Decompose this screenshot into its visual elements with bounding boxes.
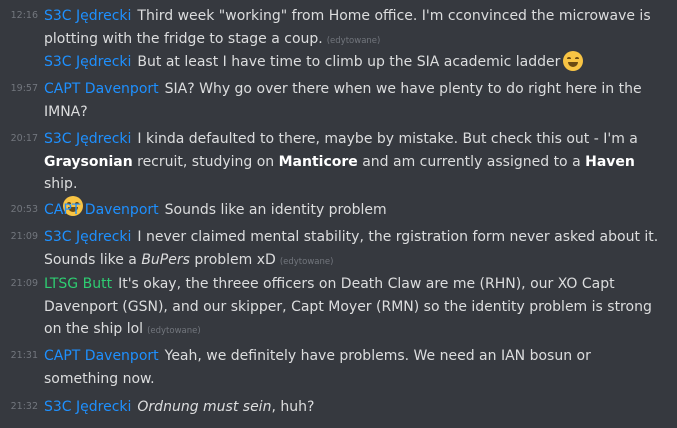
- message-text: ship.: [44, 176, 78, 192]
- message-text: I kinda defaulted to there, maybe by mis…: [137, 131, 638, 147]
- edited-marker: (edytowane): [326, 35, 381, 46]
- bold-text: Graysonian: [44, 153, 133, 170]
- author-name[interactable]: S3C Jędrecki: [44, 131, 131, 147]
- message-text: It's okay, the threee officers on Death …: [44, 276, 652, 337]
- author-name[interactable]: S3C Jędrecki: [44, 399, 131, 415]
- timestamp: 21:09: [10, 231, 38, 242]
- message-body: S3C Jędrecki Third week "working" from Ho…: [44, 5, 664, 52]
- message-body: CAPT Davenport SIA? Why go over there whe…: [44, 78, 664, 123]
- author-name[interactable]: S3C Jędrecki: [44, 54, 131, 70]
- edited-marker: (edytowane): [279, 256, 334, 267]
- author-name[interactable]: CAPT Davenport: [44, 81, 159, 97]
- message-text: Sounds like an identity problem: [164, 202, 387, 218]
- message-body: LTSG Butt It's okay, the threee officers …: [44, 273, 664, 343]
- message-text: problem xD: [189, 251, 276, 268]
- timestamp: 21:32: [10, 401, 38, 412]
- author-name[interactable]: LTSG Butt: [44, 276, 112, 292]
- chat-log: 12:16 S3C Jędrecki Third week "working" f…: [0, 0, 677, 428]
- italic-text: BuPers: [141, 251, 190, 268]
- message-text: , huh?: [271, 399, 315, 415]
- author-name[interactable]: S3C Jędrecki: [44, 229, 131, 245]
- timestamp: 21:31: [10, 350, 38, 361]
- message-body: CAPT Davenport Yeah, we definitely have p…: [44, 345, 664, 390]
- timestamp: 12:16: [10, 10, 38, 21]
- italic-text: Ordnung must sein: [137, 399, 272, 415]
- message-body: S3C Jędrecki I never claimed mental stabi…: [44, 226, 664, 273]
- message-text: I never claimed mental stability, the rg…: [44, 229, 659, 268]
- timestamp: 20:53: [10, 204, 38, 215]
- author-name[interactable]: CAPT Davenport: [44, 202, 159, 218]
- timestamp: 19:57: [10, 83, 38, 94]
- bold-text: Haven: [585, 153, 635, 170]
- message-body: S3C Jędrecki But at least I have time to …: [44, 51, 664, 74]
- edited-marker: (edytowane): [147, 326, 201, 336]
- message-body: CAPT Davenport Sounds like an identity pr…: [44, 199, 664, 222]
- message-text: recruit, studying on: [132, 153, 279, 170]
- message-text: But at least I have time to climb up the…: [137, 54, 561, 70]
- bold-text: Manticore: [278, 153, 358, 170]
- message-body: S3C Jędrecki Ordnung must sein, huh?: [44, 396, 664, 419]
- grinning-emoji-icon: [563, 51, 584, 71]
- message-text: and am currently assigned to a: [357, 153, 586, 170]
- timestamp: 21:09: [10, 278, 38, 289]
- author-name[interactable]: CAPT Davenport: [44, 348, 159, 364]
- author-name[interactable]: S3C Jędrecki: [44, 8, 131, 24]
- timestamp: 20:17: [10, 133, 38, 144]
